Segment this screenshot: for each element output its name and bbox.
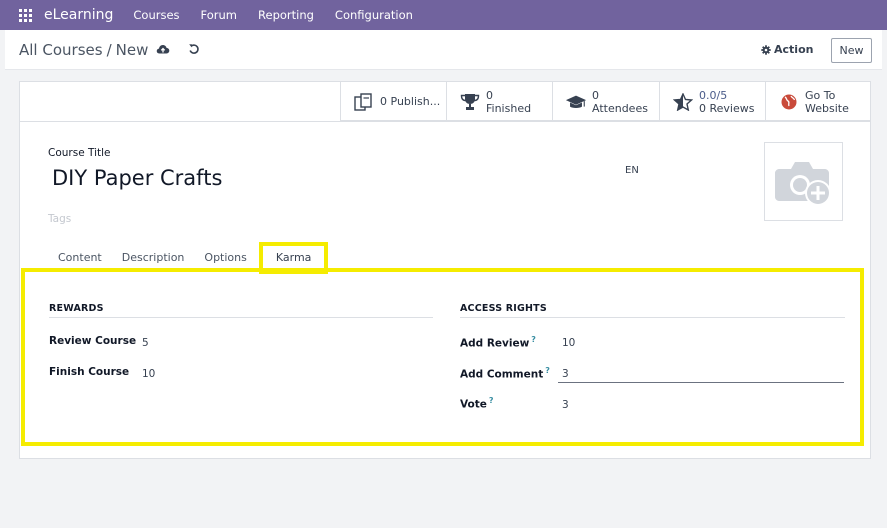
breadcrumb-separator: / xyxy=(106,41,112,59)
add-comment-field[interactable]: 3 xyxy=(562,368,569,380)
save-cloud-icon[interactable] xyxy=(156,43,170,55)
top-navbar: eLearning Courses Forum Reporting Config… xyxy=(0,0,887,30)
course-title-input[interactable]: DIY Paper Crafts xyxy=(52,166,222,190)
review-course-field[interactable]: 5 xyxy=(142,337,149,349)
globe-icon xyxy=(778,92,800,112)
review-course-label: Review Course xyxy=(49,335,137,347)
stat-reviews[interactable]: 0.0/5 0 Reviews xyxy=(659,82,765,121)
stat-attendees[interactable]: 0 Attendees xyxy=(552,82,659,121)
stat-published-label: Publish... xyxy=(390,95,441,108)
breadcrumb: All Courses / New xyxy=(19,41,148,59)
gear-icon xyxy=(761,44,771,55)
form-sheet: 0 Publish... 0 Finished 0 Attendees 0.0/5 0… xyxy=(19,81,871,459)
add-review-field[interactable]: 10 xyxy=(562,337,575,349)
vote-label: Vote? xyxy=(460,396,494,411)
stat-published-value: 0 xyxy=(380,95,387,108)
trophy-icon xyxy=(459,92,481,112)
karma-tab-panel: REWARDS Review Course 5 Finish Course 10… xyxy=(21,268,864,446)
breadcrumb-parent[interactable]: All Courses xyxy=(19,41,103,59)
tab-description[interactable]: Description xyxy=(112,242,195,270)
stat-go-to-website[interactable]: Go To Website xyxy=(765,82,871,121)
tab-content[interactable]: Content xyxy=(48,242,112,270)
action-label: Action xyxy=(774,43,814,56)
add-review-label: Add Review? xyxy=(460,335,536,350)
menu-forum[interactable]: Forum xyxy=(201,8,237,22)
stat-finished-value: 0 xyxy=(486,88,493,102)
language-button[interactable]: EN xyxy=(625,165,639,176)
notebook-tabs: Content Description Options Karma xyxy=(48,242,329,274)
action-button[interactable]: Action xyxy=(761,43,813,56)
stat-reviews-label: 0 Reviews xyxy=(699,101,755,115)
stat-attendees-value: 0 xyxy=(592,88,599,102)
apps-grid-icon[interactable] xyxy=(19,8,33,22)
course-image-upload[interactable] xyxy=(764,142,843,221)
tab-options[interactable]: Options xyxy=(194,242,256,270)
menu-courses[interactable]: Courses xyxy=(133,8,179,22)
finish-course-field[interactable]: 10 xyxy=(142,368,155,380)
add-comment-label-text: Add Comment xyxy=(460,368,544,381)
control-panel: All Courses / New Action New xyxy=(5,30,882,70)
new-button[interactable]: New xyxy=(831,38,872,63)
help-tooltip-icon[interactable]: ? xyxy=(489,396,494,405)
menu-reporting[interactable]: Reporting xyxy=(258,8,314,22)
stat-finished[interactable]: 0 Finished xyxy=(446,82,552,121)
divider xyxy=(20,121,871,122)
help-tooltip-icon[interactable]: ? xyxy=(545,366,550,375)
stat-website-line1: Go To xyxy=(805,88,836,102)
graduation-cap-icon xyxy=(565,92,587,112)
stat-button-box: 0 Publish... 0 Finished 0 Attendees 0.0/5 0… xyxy=(340,82,871,121)
breadcrumb-current: New xyxy=(115,41,149,59)
help-tooltip-icon[interactable]: ? xyxy=(531,335,536,344)
add-comment-field-underline xyxy=(558,382,844,383)
access-rights-group-title: ACCESS RIGHTS xyxy=(460,303,547,314)
tags-input[interactable]: Tags xyxy=(48,213,71,225)
app-brand[interactable]: eLearning xyxy=(44,7,113,23)
copy-icon xyxy=(353,92,375,112)
rewards-group-title: REWARDS xyxy=(49,303,104,314)
vote-label-text: Vote xyxy=(460,398,487,411)
rewards-divider xyxy=(49,317,433,318)
stat-reviews-value: 0.0/5 xyxy=(699,88,728,102)
stat-published[interactable]: 0 Publish... xyxy=(340,82,446,121)
vote-field[interactable]: 3 xyxy=(562,399,569,411)
finish-course-label: Finish Course xyxy=(49,366,130,378)
add-review-label-text: Add Review xyxy=(460,337,530,350)
stat-finished-label: Finished xyxy=(486,101,532,115)
star-half-icon xyxy=(672,92,694,112)
discard-undo-icon[interactable] xyxy=(188,43,200,55)
camera-plus-icon xyxy=(774,161,831,206)
add-comment-label: Add Comment? xyxy=(460,366,550,381)
access-rights-divider xyxy=(460,317,845,318)
stat-website-line2: Website xyxy=(805,101,849,115)
menu-configuration[interactable]: Configuration xyxy=(335,8,413,22)
course-title-label: Course Title xyxy=(48,147,111,159)
stat-attendees-label: Attendees xyxy=(592,101,648,115)
